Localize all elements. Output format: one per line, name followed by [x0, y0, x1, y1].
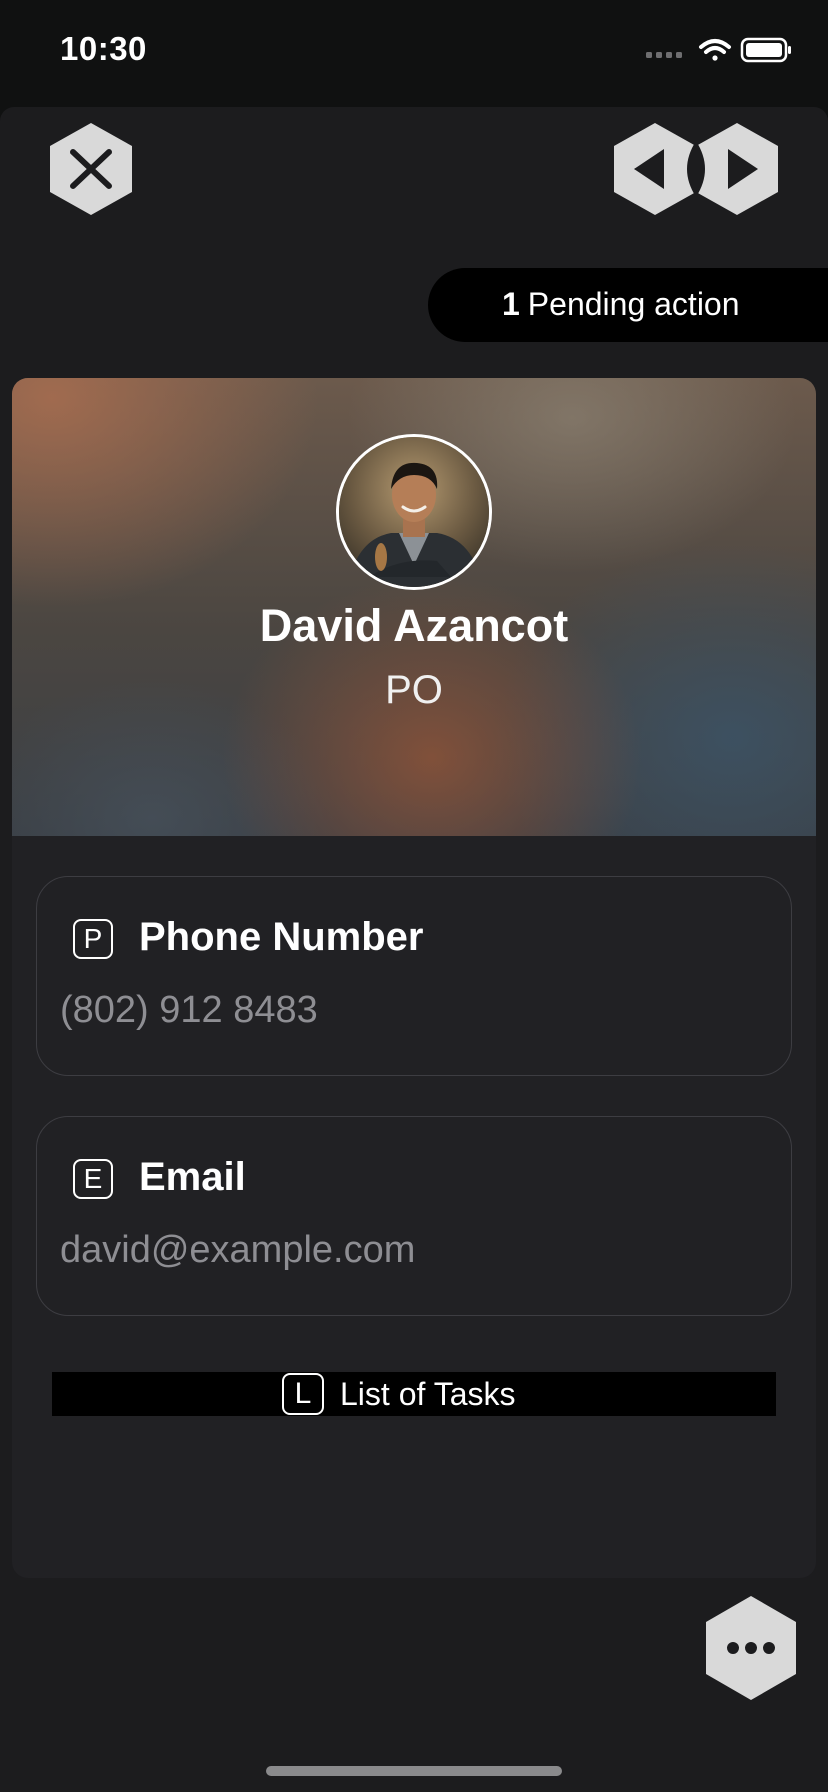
- person-name: David Azancot: [259, 600, 569, 651]
- battery-icon: [740, 37, 791, 63]
- phone-number-label: Phone Number: [139, 915, 424, 959]
- more-icon: [706, 1596, 796, 1700]
- tasks-shortcut-key: L: [282, 1373, 324, 1415]
- phone-number-field[interactable]: P Phone Number (802) 912 8483: [36, 876, 792, 1076]
- email-label: Email: [139, 1155, 246, 1199]
- person-role: PO: [385, 668, 443, 712]
- pending-action-button[interactable]: 1 Pending action: [428, 268, 828, 342]
- wifi-icon: [699, 39, 731, 61]
- profile-header: David Azancot PO: [12, 378, 816, 836]
- chevron-left-icon: [614, 123, 696, 215]
- phone-shortcut-key: P: [73, 919, 113, 959]
- more-options-button[interactable]: [706, 1596, 796, 1700]
- pending-action-label: 1 Pending action: [502, 286, 740, 323]
- email-field[interactable]: E Email david@example.com: [36, 1116, 792, 1316]
- pending-action-text: Pending action: [527, 286, 740, 322]
- email-shortcut-key: E: [73, 1159, 113, 1199]
- phone-number-value: (802) 912 8483: [60, 989, 318, 1031]
- next-button[interactable]: [696, 123, 778, 215]
- list-of-tasks-label: List of Tasks: [340, 1376, 516, 1412]
- contact-card: David Azancot PO P Phone Number (802) 91…: [12, 378, 816, 1578]
- avatar: [336, 434, 492, 590]
- chevron-right-icon: [696, 123, 778, 215]
- cellular-signal-icon: [646, 52, 682, 58]
- status-bar: 10:30: [0, 0, 828, 100]
- email-value: david@example.com: [60, 1229, 416, 1271]
- home-indicator[interactable]: [266, 1766, 562, 1776]
- list-of-tasks-button[interactable]: L List of Tasks: [52, 1372, 776, 1416]
- previous-button[interactable]: [614, 123, 696, 215]
- status-icons: [646, 37, 791, 63]
- status-time: 10:30: [60, 30, 147, 67]
- pending-action-count: 1: [502, 286, 520, 322]
- close-icon: [50, 123, 132, 215]
- close-button[interactable]: [50, 123, 132, 215]
- avatar-photo: [339, 437, 489, 587]
